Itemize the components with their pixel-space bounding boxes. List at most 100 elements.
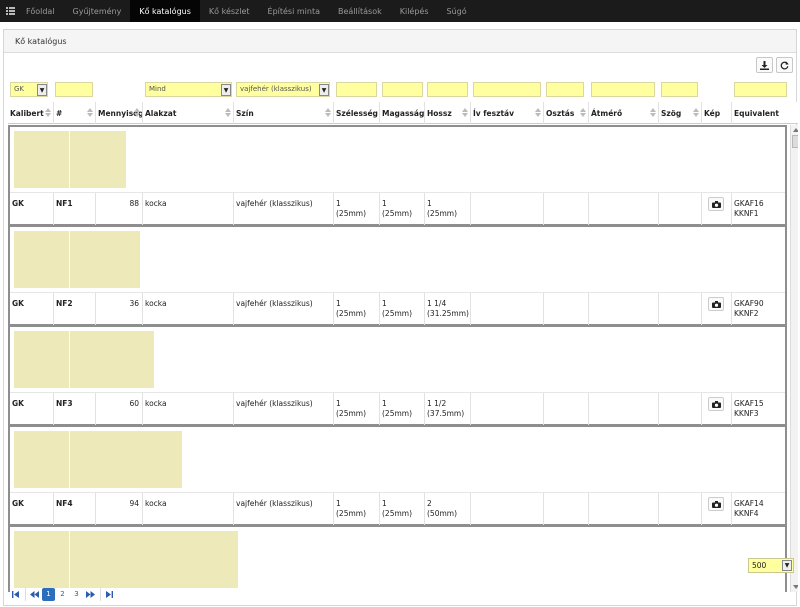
chevron-down-icon[interactable]: ▼ [37, 84, 47, 96]
menu-list-icon[interactable] [3, 0, 17, 22]
sort-icon [134, 108, 140, 118]
filter-kalibert-select[interactable]: GK ▼ [10, 82, 48, 97]
col-equivalent[interactable]: Equivalent [731, 102, 789, 124]
photo-button[interactable] [708, 497, 724, 511]
nav-fooldal[interactable]: Főoldal [17, 0, 64, 22]
col-szelesseg[interactable]: Szélesség [333, 102, 379, 124]
photo-button[interactable] [708, 197, 724, 211]
nav-kilepes[interactable]: Kilépés [391, 0, 438, 22]
page-3-button[interactable]: 3 [70, 588, 83, 601]
nav-epitesi-minta[interactable]: Építési minta [259, 0, 329, 22]
table-row[interactable]: GK NF1 88 kocka vajfehér (klasszikus) 1(… [8, 125, 787, 226]
camera-icon [711, 300, 721, 308]
photo-button[interactable] [708, 397, 724, 411]
brick-top [14, 131, 69, 188]
col-label: Kép [704, 108, 721, 118]
chevron-down-icon[interactable]: ▼ [319, 84, 329, 96]
col-label: Kalibert [10, 108, 44, 118]
pager-divider [100, 587, 101, 601]
length-fraction: 2 [427, 499, 432, 508]
width-mm: (25mm) [336, 209, 367, 218]
panel-title: Kő katalógus [4, 30, 796, 53]
nav-ko-keszlet[interactable]: Kő készlet [200, 0, 259, 22]
cell-width: 1 (25mm) [333, 293, 379, 325]
download-icon [760, 60, 769, 70]
cell-iv-fesztav [470, 293, 543, 325]
filter-magassag-input[interactable] [382, 82, 423, 97]
col-number[interactable]: # [53, 102, 95, 124]
table-row[interactable] [8, 525, 787, 592]
height-fraction: 1 [382, 199, 387, 208]
col-label: Átmérő [591, 108, 623, 118]
col-kalibert[interactable]: Kalibert [8, 102, 53, 124]
height-fraction: 1 [382, 499, 387, 508]
scroll-thumb[interactable] [792, 135, 798, 148]
chevron-down-icon[interactable]: ▼ [782, 560, 792, 571]
download-button[interactable] [756, 57, 773, 73]
pager-divider [25, 587, 26, 601]
brick-side [70, 131, 126, 188]
filter-atmero-input[interactable] [591, 82, 655, 97]
filter-hossz-input[interactable] [427, 82, 468, 97]
table-row[interactable]: GK NF3 60 kocka vajfehér (klasszikus) 1(… [8, 325, 787, 426]
vertical-scrollbar[interactable] [790, 125, 798, 592]
filter-szog-input[interactable] [661, 82, 698, 97]
col-atmero[interactable]: Átmérő [588, 102, 658, 124]
cell-width: 1 (25mm) [333, 393, 379, 425]
nav-sugo[interactable]: Súgó [438, 0, 476, 22]
col-szin[interactable]: Szín [233, 102, 333, 124]
catalog-grid: GK ▼ Mind ▼ vajfehér (klasszikus) ▼ Kali [8, 80, 798, 592]
next-page-icon[interactable] [84, 588, 97, 601]
scroll-up-icon[interactable] [793, 128, 798, 132]
filter-number-input[interactable] [55, 82, 93, 97]
width-fraction: 1 [336, 499, 341, 508]
cell-shape: kocka [142, 493, 233, 525]
page-size-select[interactable]: 500 ▼ [748, 558, 794, 573]
filter-equivalent-input[interactable] [734, 82, 787, 97]
col-mennyiseg[interactable]: Mennyiség [95, 102, 142, 124]
col-osztas[interactable]: Osztás [543, 102, 588, 124]
cell-atmero [588, 493, 658, 525]
nav-ko-katalogus[interactable]: Kő katalógus [130, 0, 200, 22]
nav-beallitasok[interactable]: Beállítások [329, 0, 391, 22]
col-hossz[interactable]: Hossz [424, 102, 470, 124]
length-mm: (50mm) [427, 509, 458, 518]
col-label: Szög [661, 108, 682, 118]
cell-osztas [543, 393, 588, 425]
filter-alakzat-select[interactable]: Mind ▼ [145, 82, 232, 97]
photo-button[interactable] [708, 297, 724, 311]
filter-osztas-input[interactable] [546, 82, 584, 97]
brick-top [14, 531, 69, 588]
col-label: # [56, 108, 63, 118]
col-iv-fesztav[interactable]: Ív fesztáv [470, 102, 543, 124]
brick-top [14, 431, 69, 488]
col-magassag[interactable]: Magasság [379, 102, 424, 124]
filter-szin-select[interactable]: vajfehér (klasszikus) ▼ [236, 82, 330, 97]
cell-atmero [588, 293, 658, 325]
col-kep[interactable]: Kép [701, 102, 731, 124]
brick-side [70, 331, 154, 388]
cell-number: NF1 [53, 193, 95, 225]
scroll-down-icon[interactable] [793, 585, 798, 589]
prev-page-icon[interactable] [28, 588, 41, 601]
cell-height: 1 (25mm) [379, 393, 424, 425]
cell-shape: kocka [142, 393, 233, 425]
pagination: 1 2 3 [9, 586, 117, 602]
col-szog[interactable]: Szög [658, 102, 701, 124]
page-1-button[interactable]: 1 [42, 587, 55, 601]
last-page-icon[interactable] [103, 588, 116, 601]
first-page-icon[interactable] [9, 588, 22, 601]
filter-iv-fesztav-input[interactable] [473, 82, 541, 97]
sort-icon [535, 108, 541, 118]
row-data: GK NF3 60 kocka vajfehér (klasszikus) 1(… [10, 392, 785, 425]
height-fraction: 1 [382, 299, 387, 308]
table-row[interactable]: GK NF2 36 kocka vajfehér (klasszikus) 1(… [8, 225, 787, 326]
col-alakzat[interactable]: Alakzat [142, 102, 233, 124]
refresh-button[interactable] [776, 57, 793, 73]
chevron-down-icon[interactable]: ▼ [221, 84, 231, 96]
filter-szelesseg-input[interactable] [336, 82, 377, 97]
brick-side [70, 231, 140, 288]
table-row[interactable]: GK NF4 94 kocka vajfehér (klasszikus) 1(… [8, 425, 787, 526]
nav-gyujtemeny[interactable]: Gyűjtemény [64, 0, 131, 22]
page-2-button[interactable]: 2 [56, 588, 69, 601]
